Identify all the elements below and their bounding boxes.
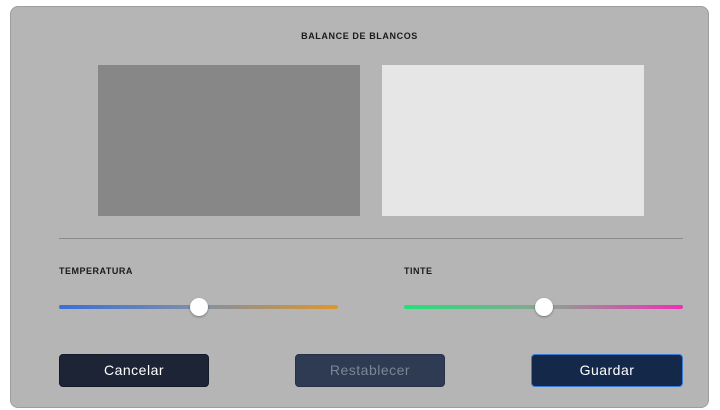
save-button[interactable]: Guardar bbox=[531, 354, 683, 387]
temperature-label: TEMPERATURA bbox=[59, 266, 133, 276]
preview-after-swatch bbox=[382, 65, 644, 216]
white-balance-dialog: BALANCE DE BLANCOS TEMPERATURA TINTE Can… bbox=[10, 6, 709, 408]
reset-button[interactable]: Restablecer bbox=[295, 354, 445, 387]
cancel-button[interactable]: Cancelar bbox=[59, 354, 209, 387]
tint-label: TINTE bbox=[404, 266, 433, 276]
preview-before-swatch bbox=[98, 65, 360, 216]
temperature-slider[interactable] bbox=[59, 298, 338, 316]
dialog-title: BALANCE DE BLANCOS bbox=[301, 31, 418, 41]
tint-slider-thumb[interactable] bbox=[534, 298, 553, 316]
temperature-slider-thumb[interactable] bbox=[189, 298, 208, 316]
tint-slider[interactable] bbox=[404, 298, 683, 316]
divider bbox=[59, 238, 683, 239]
